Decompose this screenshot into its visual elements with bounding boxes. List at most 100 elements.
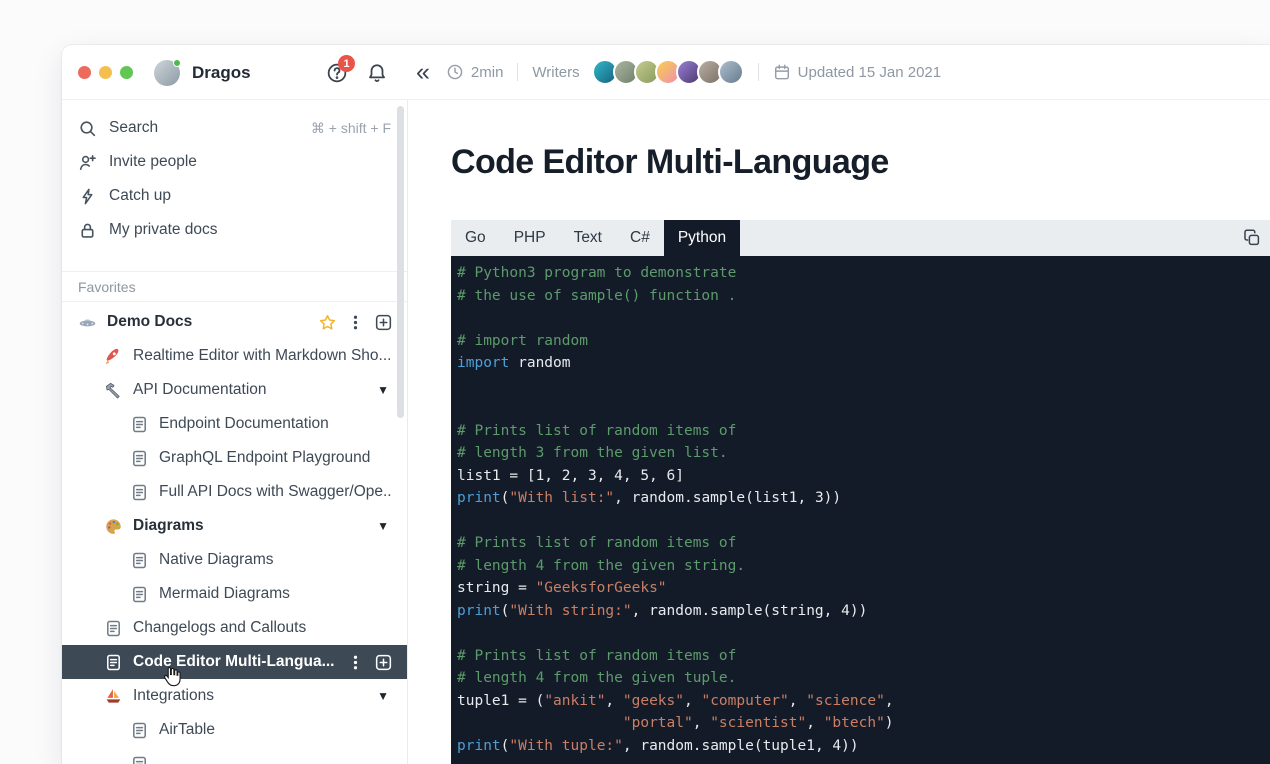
notifications-button[interactable] — [366, 62, 388, 84]
window-header: Dragos 1 « 2min Writers Updated 15 Jan 2… — [62, 45, 1270, 100]
code-line — [457, 510, 1270, 533]
tree-item-airtable[interactable]: AirTable — [62, 713, 407, 747]
tree-item-label: Native Diagrams — [159, 551, 274, 569]
tab-c[interactable]: C# — [616, 220, 664, 256]
tree-item-native-diagrams[interactable]: Native Diagrams — [62, 543, 407, 577]
doc-icon — [130, 755, 149, 764]
code-line: print("With tuple:", random.sample(tuple… — [457, 735, 1270, 758]
document-topbar: « 2min Writers Updated 15 Jan 2021 — [408, 45, 1270, 99]
tree-item-demo-docs[interactable]: Demo Docs — [62, 305, 407, 339]
ufo-icon — [78, 313, 97, 332]
tree-item-label: Changelogs and Callouts — [133, 619, 306, 637]
calendar-icon — [773, 63, 791, 81]
tree-item-label: Endpoint Documentation — [159, 415, 329, 433]
doc-icon — [130, 585, 149, 604]
writer-avatars — [592, 59, 744, 85]
zoom-window-button[interactable] — [120, 66, 133, 79]
code-line: # import random — [457, 330, 1270, 353]
divider — [517, 63, 518, 81]
tree-item-api-documentation[interactable]: API Documentation ▼ — [62, 373, 407, 407]
tree-item-changelogs-and-callouts[interactable]: Changelogs and Callouts — [62, 611, 407, 645]
tree-item-endpoint-documentation[interactable]: Endpoint Documentation — [62, 407, 407, 441]
sidebar-nav: Search⌘ + shift + F Invite people Catch up… — [62, 100, 407, 247]
close-window-button[interactable] — [78, 66, 91, 79]
star-icon[interactable] — [318, 313, 337, 332]
sidebar-item-my-private-docs[interactable]: My private docs — [62, 213, 407, 247]
user-menu[interactable]: Dragos — [154, 60, 251, 86]
more-options-icon[interactable] — [346, 313, 365, 332]
tree-item-label: Full API Docs with Swagger/Ope... — [159, 483, 393, 501]
code-line: # Prints list of random items of — [457, 420, 1270, 443]
hand-cursor-icon — [161, 665, 184, 688]
tree-item-diagrams[interactable]: Diagrams ▼ — [62, 509, 407, 543]
code-line: tuple1 = ("ankit", "geeks", "computer", … — [457, 690, 1270, 713]
code-line — [457, 622, 1270, 645]
doc-icon — [130, 721, 149, 740]
code-line: print("With string:", random.sample(stri… — [457, 600, 1270, 623]
sidebar: Search⌘ + shift + F Invite people Catch up… — [62, 100, 408, 764]
copy-button[interactable] — [1242, 228, 1262, 248]
sidebar-item-label: My private docs — [109, 221, 218, 239]
caret-down-icon[interactable]: ▼ — [377, 689, 393, 703]
tree-item-label: Realtime Editor with Markdown Sho... — [133, 347, 391, 365]
tree-item-label: AirTable — [159, 721, 215, 739]
updated-date: Updated 15 Jan 2021 — [773, 63, 941, 81]
main-content: Code Editor Multi-Language GoPHPTextC#Py… — [409, 100, 1270, 764]
tree-item-label: Demo Docs — [107, 313, 192, 331]
code-line: "portal", "scientist", "btech") — [457, 712, 1270, 735]
tree-item-label: API Documentation — [133, 381, 267, 399]
code-line — [457, 307, 1270, 330]
code-line — [457, 397, 1270, 420]
tree-item-integrations[interactable]: Integrations ▼ — [62, 679, 407, 713]
sidebar-item-search[interactable]: Search⌘ + shift + F — [62, 111, 407, 145]
tab-php[interactable]: PHP — [500, 220, 560, 256]
caret-down-icon[interactable]: ▼ — [377, 519, 393, 533]
code-line: # length 4 from the given tuple. — [457, 667, 1270, 690]
tree-item-full-api-docs-with-swagger-ope[interactable]: Full API Docs with Swagger/Ope... — [62, 475, 407, 509]
invite-icon — [78, 153, 97, 172]
sidebar-item-catch-up[interactable]: Catch up — [62, 179, 407, 213]
sidebar-header: Dragos 1 — [62, 45, 408, 99]
tab-go[interactable]: Go — [451, 220, 500, 256]
add-doc-icon[interactable] — [374, 313, 393, 332]
doc-icon — [104, 619, 123, 638]
sidebar-item-label: Catch up — [109, 187, 171, 205]
add-doc-icon[interactable] — [374, 653, 393, 672]
sidebar-item-label: Invite people — [109, 153, 197, 171]
sidebar-item-invite-people[interactable]: Invite people — [62, 145, 407, 179]
code-line: # Python3 program to demonstrate — [457, 262, 1270, 285]
lock-icon — [78, 221, 97, 240]
tree-item-mermaid-diagrams[interactable]: Mermaid Diagrams — [62, 577, 407, 611]
tree-item-label: Integrations — [133, 687, 214, 705]
code-line: list1 = [1, 2, 3, 4, 5, 6] — [457, 465, 1270, 488]
tree-item-label: Diagrams — [133, 517, 204, 535]
tree-item-label: GraphQL Endpoint Playground — [159, 449, 370, 467]
notification-badge: 1 — [338, 55, 355, 72]
presence-dot — [173, 59, 181, 67]
collapse-sidebar-button[interactable]: « — [416, 60, 428, 85]
code-tabs: GoPHPTextC#Python — [451, 220, 740, 256]
code-line: # the use of sample() function . — [457, 285, 1270, 308]
code-line: # Prints list of random items of — [457, 532, 1270, 555]
tree-item-code-editor-multi-langua[interactable]: Code Editor Multi-Langua... — [62, 645, 407, 679]
favorites-tree: Demo Docs Realtime Editor with Markdown S… — [62, 305, 407, 764]
tree-item-realtime-editor-with-markdown-sho[interactable]: Realtime Editor with Markdown Sho... — [62, 339, 407, 373]
tab-text[interactable]: Text — [560, 220, 616, 256]
more-options-icon[interactable] — [346, 653, 365, 672]
tree-item-item[interactable] — [62, 747, 407, 764]
page-title: Code Editor Multi-Language — [451, 143, 1270, 182]
sidebar-scrollbar-thumb[interactable] — [397, 106, 404, 418]
writers-label: Writers — [532, 64, 579, 81]
tree-item-graphql-endpoint-playground[interactable]: GraphQL Endpoint Playground — [62, 441, 407, 475]
tab-python[interactable]: Python — [664, 220, 740, 256]
caret-down-icon[interactable]: ▼ — [377, 383, 393, 397]
traffic-lights — [78, 66, 133, 79]
doc-icon — [130, 415, 149, 434]
search-shortcut: ⌘ + shift + F — [311, 120, 391, 137]
code-editor: # Python3 program to demonstrate# the us… — [451, 256, 1270, 764]
help-button[interactable]: 1 — [326, 62, 348, 84]
bolt-icon — [78, 187, 97, 206]
code-line — [457, 375, 1270, 398]
minimize-window-button[interactable] — [99, 66, 112, 79]
doc-icon — [130, 483, 149, 502]
